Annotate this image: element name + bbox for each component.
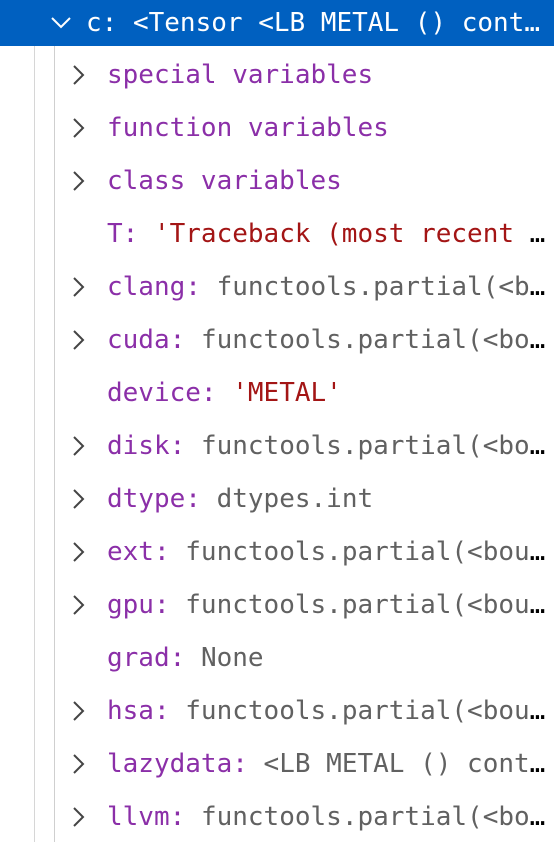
- chevron-down-icon[interactable]: [50, 9, 72, 37]
- chevron-right-icon[interactable]: [68, 432, 90, 460]
- separator: :: [169, 430, 201, 461]
- variable-row[interactable]: class variables: [0, 154, 554, 207]
- variable-label: cuda: functools.partial(<bou...: [107, 325, 554, 355]
- variable-value: functools.partial(<boun...: [185, 589, 554, 620]
- variable-name: hsa: [107, 695, 154, 726]
- variable-name: ext: [107, 536, 154, 567]
- variable-value: dtypes.int: [216, 483, 374, 514]
- separator: :: [185, 271, 217, 302]
- separator: :: [200, 377, 233, 408]
- variable-label: ext: functools.partial(<boun...: [107, 537, 554, 567]
- variable-name: lazydata: [107, 748, 233, 779]
- variable-name: llvm: [107, 801, 170, 832]
- variable-row[interactable]: gpu: functools.partial(<boun...: [0, 578, 554, 631]
- variable-value: functools.partial(<boun...: [185, 536, 554, 567]
- variable-name: disk: [107, 430, 170, 461]
- variable-name: dtype: [107, 483, 186, 514]
- variable-name: c: [86, 8, 102, 38]
- variable-label: clang: functools.partial(<bo...: [107, 272, 554, 302]
- variable-name: T: [107, 218, 123, 249]
- separator: :: [169, 801, 201, 832]
- variable-row[interactable]: dtype: dtypes.int: [0, 472, 554, 525]
- variable-row[interactable]: clang: functools.partial(<bo...: [0, 260, 554, 313]
- variable-value: <Tensor <LB METAL () conti...: [132, 8, 554, 38]
- variable-value: None: [200, 642, 264, 673]
- variable-label: special variables: [107, 60, 554, 90]
- chevron-right-icon[interactable]: [68, 167, 90, 195]
- variable-name: cuda: [107, 324, 170, 355]
- chevron-right-icon[interactable]: [68, 803, 90, 831]
- variable-label: lazydata: <LB METAL () conti...: [107, 749, 554, 779]
- variable-label: dtype: dtypes.int: [107, 484, 554, 514]
- variable-row[interactable]: function variables: [0, 101, 554, 154]
- chevron-right-icon[interactable]: [68, 750, 90, 778]
- separator: :: [122, 218, 154, 249]
- separator: :: [153, 536, 186, 567]
- separator: :: [101, 8, 133, 38]
- variable-row-c[interactable]: c: <Tensor <LB METAL () conti...: [0, 0, 554, 46]
- variable-label: grad: None: [107, 643, 554, 673]
- variable-name: special variables: [107, 59, 374, 90]
- variable-name: function variables: [107, 112, 389, 143]
- variable-row[interactable]: cuda: functools.partial(<bou...: [0, 313, 554, 366]
- variable-label: T: 'Traceback (most recent c...: [107, 219, 554, 249]
- variable-row[interactable]: grad: None: [0, 631, 554, 684]
- chevron-right-icon[interactable]: [68, 591, 90, 619]
- chevron-right-icon[interactable]: [68, 326, 90, 354]
- variable-name: device: [107, 377, 201, 408]
- variable-row[interactable]: special variables: [0, 48, 554, 101]
- variable-label: function variables: [107, 113, 554, 143]
- variable-label: disk: functools.partial(<bou...: [107, 431, 554, 461]
- variable-row[interactable]: device: 'METAL': [0, 366, 554, 419]
- variable-value: functools.partial(<boun...: [185, 695, 554, 726]
- variable-name: gpu: [107, 589, 154, 620]
- chevron-right-icon[interactable]: [68, 538, 90, 566]
- variable-value: 'METAL': [232, 377, 342, 408]
- variable-label: llvm: functools.partial(<bou...: [107, 802, 554, 832]
- variable-row[interactable]: T: 'Traceback (most recent c...: [0, 207, 554, 260]
- chevron-right-icon[interactable]: [68, 61, 90, 89]
- separator: :: [169, 324, 201, 355]
- separator: :: [153, 695, 186, 726]
- variable-name: clang: [107, 271, 186, 302]
- variable-value: <LB METAL () conti...: [263, 748, 554, 779]
- variable-row[interactable]: lazydata: <LB METAL () conti...: [0, 737, 554, 790]
- separator: :: [169, 642, 201, 673]
- variable-row[interactable]: llvm: functools.partial(<bou...: [0, 790, 554, 843]
- separator: :: [232, 748, 264, 779]
- variable-name: class variables: [107, 165, 342, 196]
- chevron-right-icon[interactable]: [68, 697, 90, 725]
- variable-value: functools.partial(<bou...: [200, 430, 554, 461]
- variable-name: grad: [107, 642, 170, 673]
- variable-value: functools.partial(<bou...: [200, 801, 554, 832]
- variable-value: functools.partial(<bo...: [216, 271, 554, 302]
- chevron-right-icon[interactable]: [68, 114, 90, 142]
- variable-value: 'Traceback (most recent c...: [153, 218, 554, 249]
- variable-label: gpu: functools.partial(<boun...: [107, 590, 554, 620]
- variable-row[interactable]: disk: functools.partial(<bou...: [0, 419, 554, 472]
- variable-row[interactable]: ext: functools.partial(<boun...: [0, 525, 554, 578]
- variable-row[interactable]: hsa: functools.partial(<boun...: [0, 684, 554, 737]
- variable-value: functools.partial(<bou...: [200, 324, 554, 355]
- variable-label: class variables: [107, 166, 554, 196]
- chevron-right-icon[interactable]: [68, 485, 90, 513]
- variable-label: hsa: functools.partial(<boun...: [107, 696, 554, 726]
- variable-label: c: <Tensor <LB METAL () conti...: [86, 8, 554, 38]
- separator: :: [153, 589, 186, 620]
- variable-label: device: 'METAL': [107, 378, 554, 408]
- chevron-right-icon[interactable]: [68, 273, 90, 301]
- separator: :: [185, 483, 217, 514]
